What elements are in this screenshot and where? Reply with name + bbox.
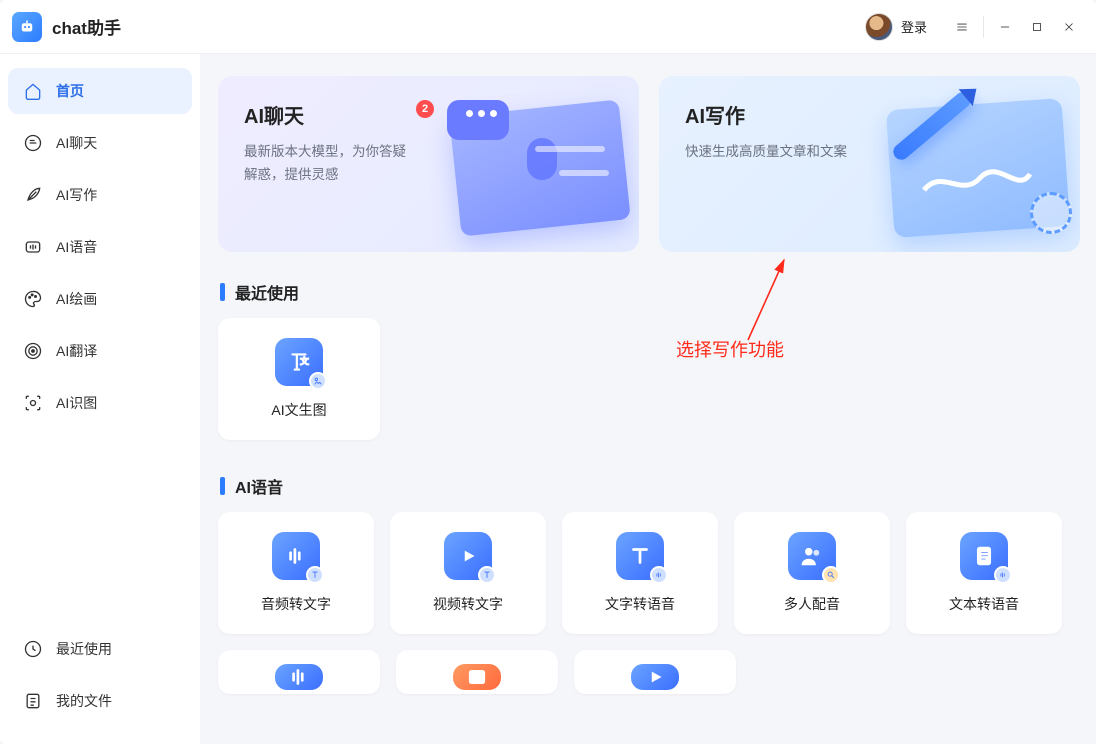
tool-label: 多人配音 bbox=[784, 594, 840, 614]
sidebar-item-label: 最近使用 bbox=[56, 639, 112, 659]
tool-card-multi-dub[interactable]: 多人配音 bbox=[734, 512, 890, 634]
tool-label: 音频转文字 bbox=[261, 594, 331, 614]
tool-card-partial[interactable] bbox=[574, 650, 736, 694]
hero-card-write[interactable]: AI写作 快速生成高质量文章和文案 bbox=[659, 76, 1080, 252]
sidebar-item-label: AI聊天 bbox=[56, 133, 97, 153]
annotation-text: 选择写作功能 bbox=[676, 336, 784, 362]
text-t-icon bbox=[616, 532, 664, 580]
document-icon bbox=[960, 532, 1008, 580]
hero-illustration-chat bbox=[415, 90, 625, 240]
sidebar-item-paint[interactable]: AI绘画 bbox=[8, 276, 192, 322]
section-bar-icon bbox=[220, 283, 225, 301]
avatar[interactable] bbox=[865, 13, 893, 41]
palette-icon bbox=[22, 288, 44, 310]
minimize-icon[interactable] bbox=[990, 12, 1020, 42]
feather-icon bbox=[22, 184, 44, 206]
history-icon bbox=[22, 638, 44, 660]
sidebar-item-write[interactable]: AI写作 bbox=[8, 172, 192, 218]
generic-icon bbox=[631, 664, 679, 690]
tool-label: 视频转文字 bbox=[433, 594, 503, 614]
scan-icon bbox=[22, 392, 44, 414]
hero-card-chat[interactable]: AI聊天 最新版本大模型，为你答疑解惑，提供灵感 2 bbox=[218, 76, 639, 252]
section-head-recent: 最近使用 bbox=[220, 280, 1080, 304]
tool-label: 文字转语音 bbox=[605, 594, 675, 614]
close-icon[interactable] bbox=[1054, 12, 1084, 42]
sidebar-item-label: AI翻译 bbox=[56, 341, 97, 361]
file-icon bbox=[22, 690, 44, 712]
tool-card-partial[interactable] bbox=[396, 650, 558, 694]
maximize-icon[interactable] bbox=[1022, 12, 1052, 42]
sidebar-item-label: 首页 bbox=[56, 81, 84, 101]
sidebar-item-label: AI写作 bbox=[56, 185, 97, 205]
tool-card-partial[interactable] bbox=[218, 650, 380, 694]
sidebar-item-label: 我的文件 bbox=[56, 691, 112, 711]
people-icon bbox=[788, 532, 836, 580]
tool-label: 文本转语音 bbox=[949, 594, 1019, 614]
home-icon bbox=[22, 80, 44, 102]
sidebar-item-ocr[interactable]: AI识图 bbox=[8, 380, 192, 426]
main-content: AI聊天 最新版本大模型，为你答疑解惑，提供灵感 2 AI写作 快速生成高质量文… bbox=[200, 54, 1096, 744]
tool-card-tts[interactable]: 文本转语音 bbox=[906, 512, 1062, 634]
sidebar-item-recent[interactable]: 最近使用 bbox=[8, 626, 192, 672]
text2img-icon: 文 bbox=[275, 338, 323, 386]
hero-illustration-write bbox=[856, 90, 1066, 240]
hamburger-menu-icon[interactable] bbox=[947, 12, 977, 42]
chat-icon bbox=[22, 132, 44, 154]
translate-icon bbox=[22, 340, 44, 362]
section-bar-icon bbox=[220, 477, 225, 495]
divider bbox=[983, 16, 984, 38]
sidebar-item-translate[interactable]: AI翻译 bbox=[8, 328, 192, 374]
tool-card-video2text[interactable]: 视频转文字 bbox=[390, 512, 546, 634]
section-head-audio: AI语音 bbox=[220, 474, 1080, 498]
sidebar-item-home[interactable]: 首页 bbox=[8, 68, 192, 114]
tool-card-audio2text[interactable]: 音频转文字 bbox=[218, 512, 374, 634]
login-link[interactable]: 登录 bbox=[901, 17, 927, 36]
section-title: AI语音 bbox=[235, 474, 283, 498]
audio-icon bbox=[22, 236, 44, 258]
hero-desc: 快速生成高质量文章和文案 bbox=[685, 141, 855, 164]
hero-desc: 最新版本大模型，为你答疑解惑，提供灵感 bbox=[244, 141, 414, 187]
titlebar: chat助手 登录 bbox=[0, 0, 1096, 54]
app-logo-icon bbox=[12, 12, 42, 42]
generic-icon bbox=[453, 664, 501, 690]
audio-wave-icon bbox=[272, 532, 320, 580]
tool-card-text2speech[interactable]: 文字转语音 bbox=[562, 512, 718, 634]
sidebar-item-chat[interactable]: AI聊天 bbox=[8, 120, 192, 166]
svg-text:文: 文 bbox=[299, 355, 309, 366]
sidebar-item-files[interactable]: 我的文件 bbox=[8, 678, 192, 724]
app-title: chat助手 bbox=[52, 14, 121, 39]
sidebar-item-label: AI绘画 bbox=[56, 289, 97, 309]
generic-icon bbox=[275, 664, 323, 690]
sidebar-item-audio[interactable]: AI语音 bbox=[8, 224, 192, 270]
video-play-icon bbox=[444, 532, 492, 580]
tool-card-text2img[interactable]: 文 AI文生图 bbox=[218, 318, 380, 440]
sidebar-item-label: AI语音 bbox=[56, 237, 97, 257]
sidebar-item-label: AI识图 bbox=[56, 393, 97, 413]
sidebar: 首页 AI聊天 AI写作 AI语音 AI绘画 AI翻译 AI识图 bbox=[0, 54, 200, 744]
tool-label: AI文生图 bbox=[271, 400, 326, 420]
section-title: 最近使用 bbox=[235, 280, 299, 304]
